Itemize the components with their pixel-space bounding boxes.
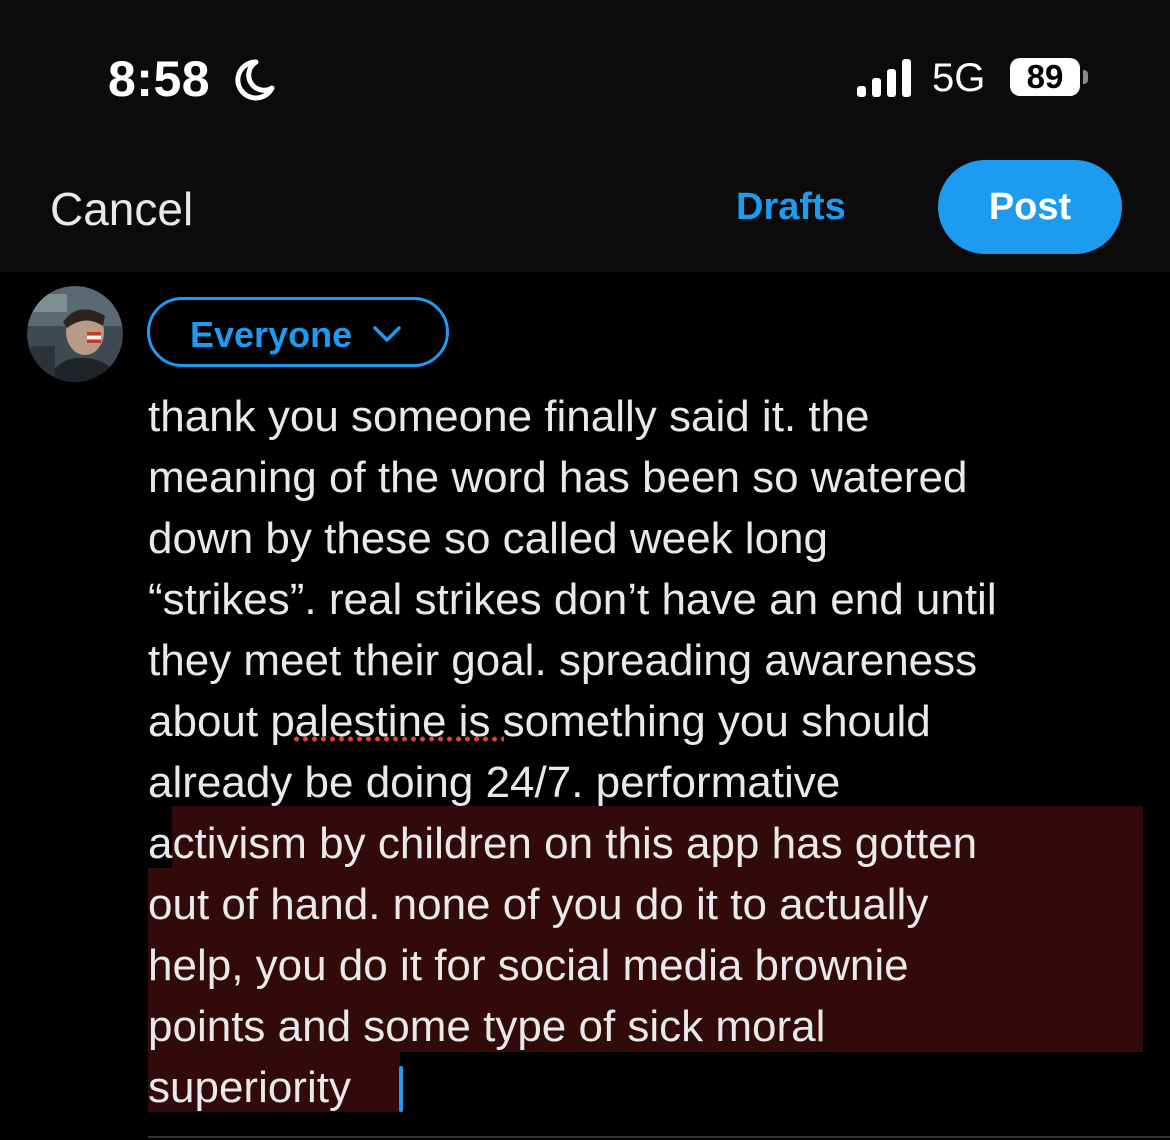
chevron-down-icon: [373, 326, 401, 342]
avatar[interactable]: [27, 286, 123, 382]
audience-label: Everyone: [190, 314, 353, 355]
divider: [148, 1136, 1170, 1138]
audience-selector[interactable]: Everyone: [147, 297, 449, 367]
text-cursor: [399, 1066, 403, 1112]
network-type: 5G: [932, 56, 986, 100]
battery-indicator: 89: [1010, 58, 1080, 96]
status-time: 8:58: [108, 51, 211, 107]
moon-icon: [235, 59, 275, 101]
tweet-text-input[interactable]: thank you someone finally said it. the m…: [148, 386, 1158, 1118]
post-button[interactable]: Post: [938, 160, 1122, 254]
signal-icon: [857, 59, 911, 97]
cancel-button[interactable]: Cancel: [50, 182, 193, 236]
drafts-button[interactable]: Drafts: [736, 186, 846, 229]
spellcheck-underline: [292, 735, 504, 743]
battery-cap: [1083, 70, 1088, 84]
